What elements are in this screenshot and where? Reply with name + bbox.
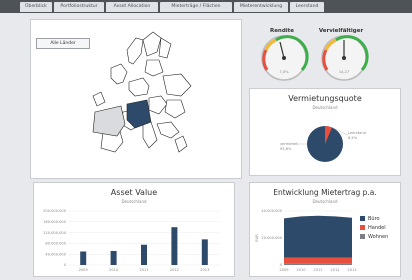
legend-wohnen: Wohnen (360, 234, 388, 240)
miet-xtick-label: 2011 (313, 268, 322, 272)
miet-area-büro (284, 215, 352, 258)
tab-bar: Überblick Portfoliostruktur Asset Alloca… (0, 0, 412, 13)
asset-bar (201, 239, 208, 265)
legend-buero: Büro (360, 216, 380, 222)
asset-bar (80, 251, 87, 265)
miet-xtick-label: 2012 (330, 268, 339, 272)
mietertrag-title: Entwicklung Mietertrag p.a. (273, 188, 377, 197)
asset-ytick-label: 200.000.000 (43, 209, 67, 213)
tab-portfoliostruktur[interactable]: Portfoliostruktur (54, 2, 104, 12)
asset-xtick-label: 2010 (109, 268, 119, 272)
asset-xtick-label: 2012 (170, 268, 179, 272)
miet-xtick-label: 2009 (279, 268, 289, 272)
pie-label-leerstand: Leerstand (348, 131, 366, 135)
asset-value-subtitle: Deutschland (121, 199, 147, 204)
tab-ueberblick[interactable]: Überblick (20, 2, 52, 12)
asset-ytick-label: 120.000.000 (43, 231, 67, 235)
pie-label-vermietet: vermietet (280, 142, 298, 146)
miet-xtick-label: 2010 (296, 268, 306, 272)
miet-area-handel (284, 257, 352, 264)
miet-area-wohnen (284, 263, 352, 265)
miet-ytick-label: 40.000.000 (261, 209, 282, 213)
asset-bar (141, 244, 147, 265)
asset-ytick-label: 40.000.000 (45, 252, 66, 256)
asset-ytick-label: 160.000.000 (43, 220, 67, 224)
tab-mietertraege[interactable]: Mieterträge / Flächen (160, 2, 232, 12)
miet-ylabel: EUR (255, 234, 259, 242)
rendite-gauge: 7,0% (261, 35, 309, 81)
asset-xtick-label: 2011 (139, 268, 148, 272)
rendite-value: 7,0% (279, 70, 289, 74)
asset-bar (171, 227, 178, 265)
mietertrag-subtitle: Deutschland (312, 199, 338, 204)
vermietungsquote-title: Vermietungsquote (288, 94, 362, 103)
pie-value-leerstand: 6,4% (348, 136, 358, 140)
vervielfaeltiger-gauge: 14,27 (321, 35, 369, 81)
asset-value-bar-chart[interactable]: 200.000.000 160.000.000 120.000.000 80.000.… (34, 205, 234, 275)
asset-bar (110, 250, 117, 265)
mietertrag-panel: Entwicklung Mietertrag p.a. Deutschland … (249, 182, 401, 277)
legend-handel: Handel (360, 225, 386, 231)
tab-mieterentwicklung[interactable]: Mieterentwicklung (234, 2, 288, 12)
asset-value-title: Asset Value (110, 188, 158, 197)
vervielfaeltiger-value: 14,27 (339, 70, 349, 74)
vermietungsquote-panel: Vermietungsquote Deutschland vermietet 9… (249, 88, 401, 176)
pie-value-vermietet: 93,6% (280, 147, 292, 151)
all-countries-button[interactable]: Alle Länder (36, 38, 90, 49)
asset-ytick-label: 80.000.000 (45, 242, 66, 246)
asset-xtick-label: 2009 (79, 268, 89, 272)
vermietungsquote-subtitle: Deutschland (312, 105, 338, 110)
vermietungsquote-pie-chart[interactable]: vermietet 93,6% Leerstand 6,4% (250, 111, 400, 173)
asset-ytick-label: 0 (64, 263, 67, 267)
miet-ytick-label: 0 (280, 263, 283, 267)
miet-xtick-label: 2013 (347, 268, 356, 272)
miet-ytick-label: 20.000.000 (261, 236, 282, 240)
asset-xtick-label: 2013 (200, 268, 209, 272)
asset-value-panel: Asset Value Deutschland 200.000.000 160.0… (33, 182, 235, 277)
tab-asset-allocation[interactable]: Asset Allocation (106, 2, 158, 12)
tab-leerstand[interactable]: Leerstand (290, 2, 324, 12)
